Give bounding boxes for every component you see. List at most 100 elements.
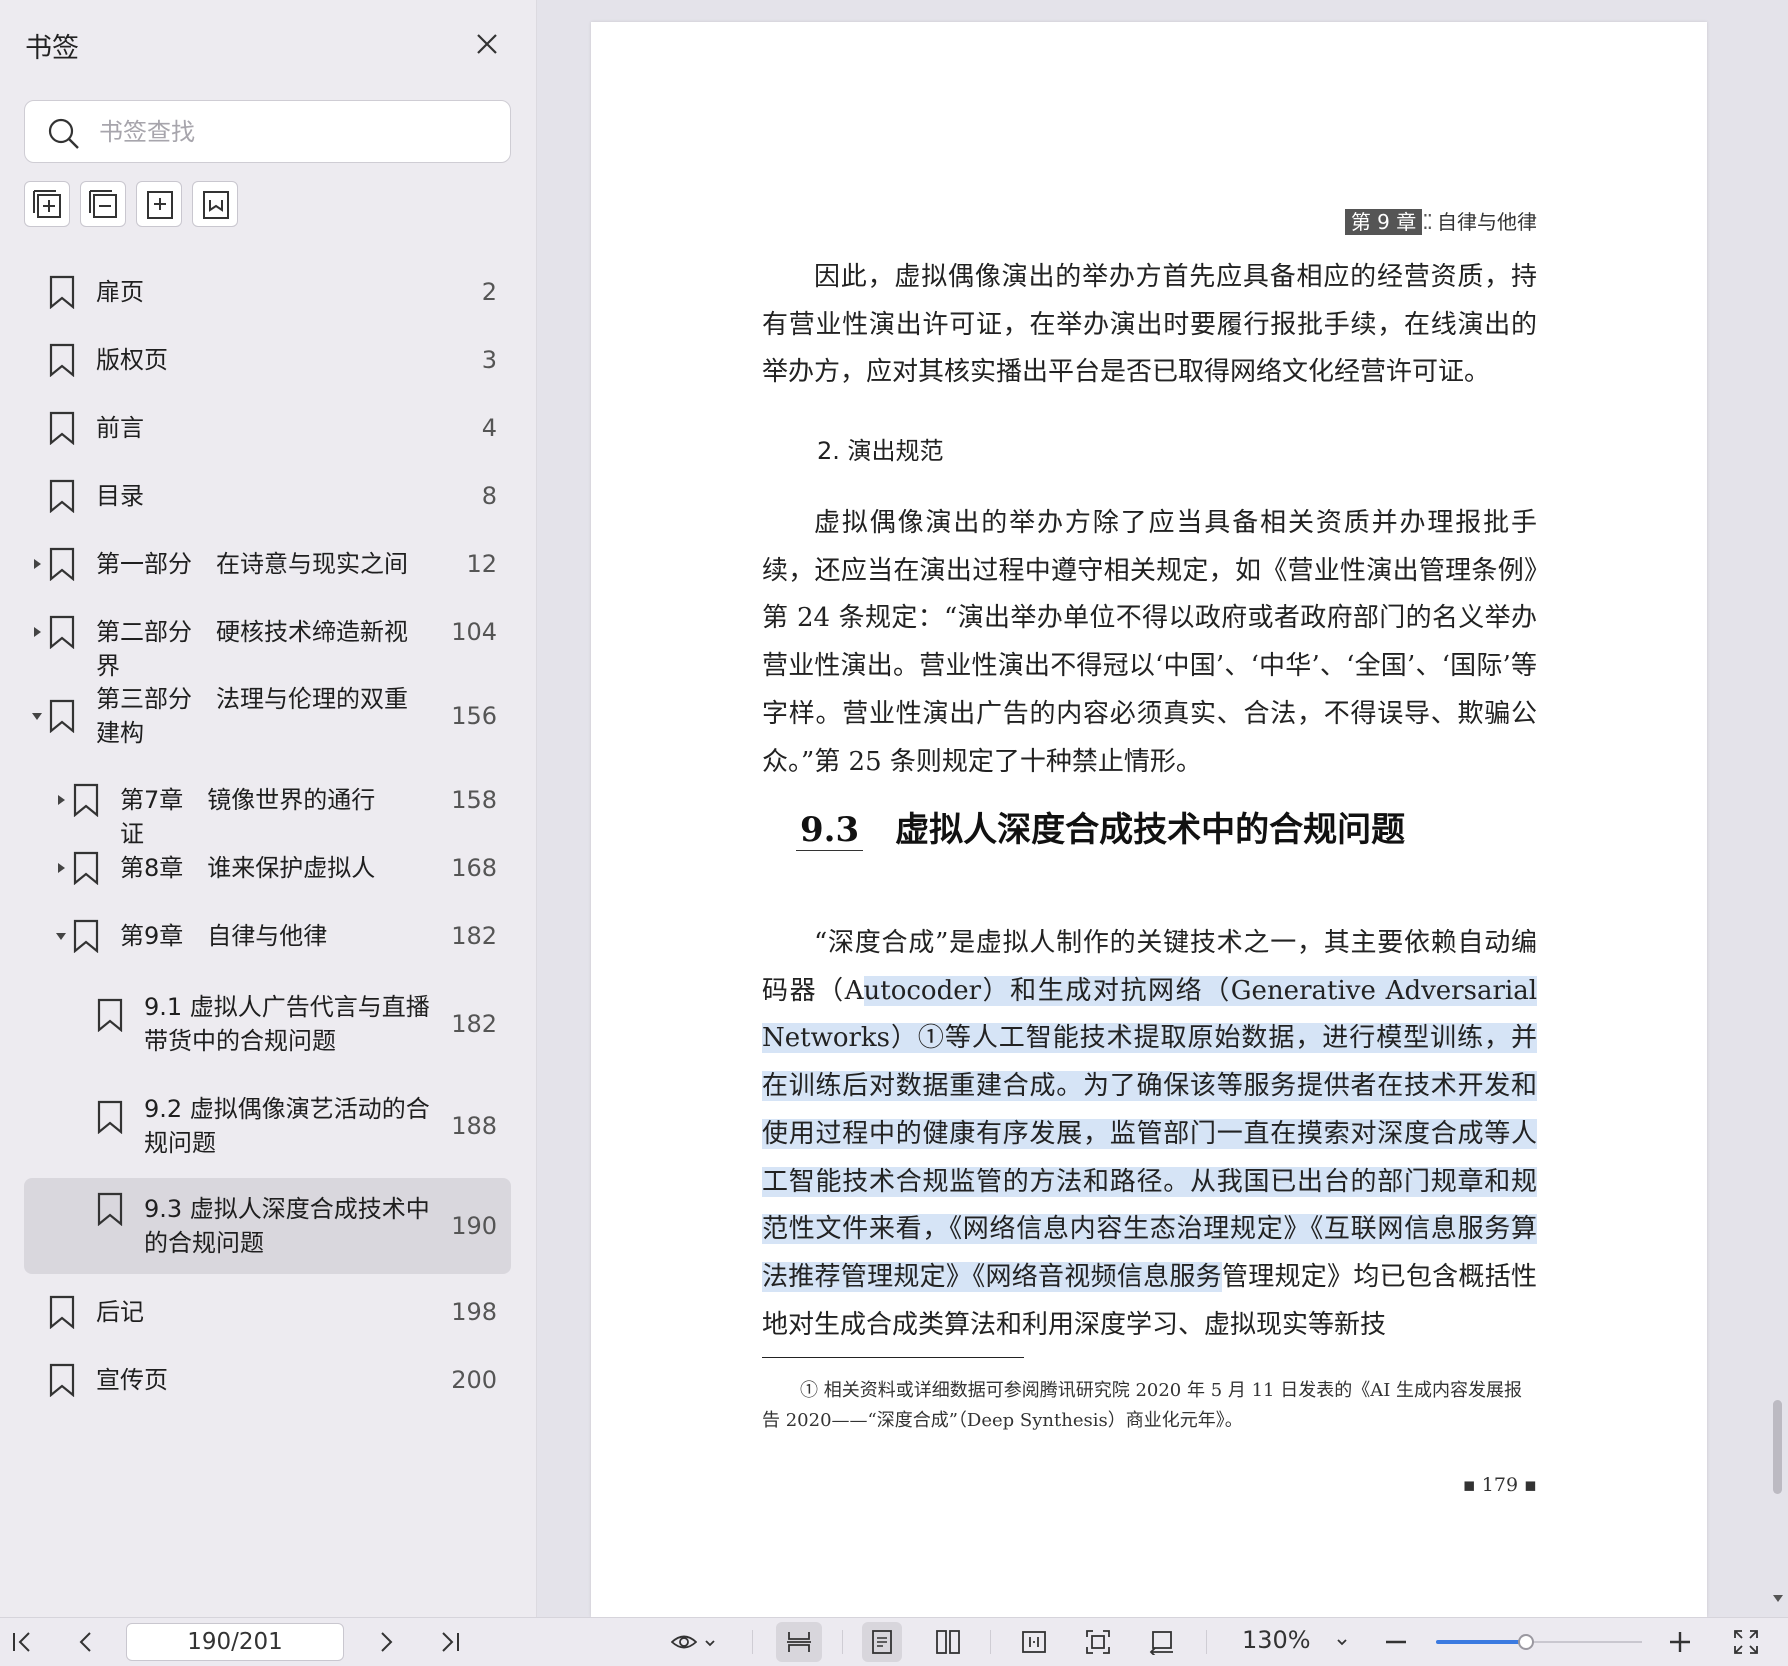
expand-all-button[interactable] <box>24 181 70 227</box>
bookmark-page-number: 104 <box>451 618 497 646</box>
section-heading: 9.3 虚拟人深度合成技术中的合规问题 <box>796 802 1405 851</box>
chevron-down-icon <box>1337 1639 1347 1646</box>
collapsed-arrow-icon[interactable] <box>30 625 44 639</box>
bookmark-item[interactable]: 第二部分 硬核技术缔造新视界 104 <box>24 612 511 680</box>
chevron-left-icon <box>79 1632 91 1652</box>
scroll-thumb[interactable] <box>1773 1400 1782 1494</box>
add-bookmark-button[interactable] <box>136 181 182 227</box>
single-page-button[interactable] <box>862 1622 902 1662</box>
fit-width-button[interactable] <box>1014 1622 1054 1662</box>
zoom-dropdown[interactable] <box>1322 1622 1362 1662</box>
bookmark-icon <box>49 547 75 581</box>
toolbar-divider <box>1206 1630 1207 1654</box>
eye-icon <box>671 1635 697 1649</box>
bookmark-item[interactable]: 目录 8 <box>24 476 511 516</box>
sub-heading: 2. 演出规范 <box>817 437 944 465</box>
paragraph-with-selection[interactable]: “深度合成”是虚拟人制作的关键技术之一，其主要依赖自动编码器（Autocoder… <box>762 920 1538 1349</box>
bookmark-item[interactable]: 9.1 虚拟人广告代言与直播带货中的合规问题 182 <box>24 984 511 1064</box>
two-page-icon <box>936 1630 960 1654</box>
next-page-button[interactable] <box>366 1622 406 1662</box>
collapsed-arrow-icon[interactable] <box>54 793 68 807</box>
zoom-out-button[interactable] <box>1376 1622 1416 1662</box>
zoom-slider[interactable] <box>1436 1630 1642 1654</box>
bookmark-page-number: 8 <box>481 482 497 510</box>
minus-icon <box>1386 1640 1406 1644</box>
bookmark-page-number: 156 <box>451 702 497 730</box>
continuous-scroll-button[interactable] <box>776 1622 822 1662</box>
bookmark-item[interactable]: 9.2 虚拟偶像演艺活动的合规问题 188 <box>24 1086 511 1166</box>
expanded-arrow-icon[interactable] <box>30 709 44 723</box>
bookmark-label: 第8章 谁来保护虚拟人 <box>120 854 376 882</box>
bookmark-item[interactable]: 版权页 3 <box>24 340 511 380</box>
selected-text[interactable]: utocoder）和生成对抗网络（Generative Adversarial … <box>762 975 1538 1292</box>
bookmark-item[interactable]: 9.3 虚拟人深度合成技术中的合规问题 190 <box>24 1178 511 1274</box>
bookmark-page-number: 158 <box>451 786 497 814</box>
bookmark-label: 第9章 自律与他律 <box>120 922 328 950</box>
add-bookmark-icon <box>147 191 173 219</box>
bookmark-button[interactable] <box>192 181 238 227</box>
bookmark-label: 第一部分 在诗意与现实之间 <box>96 550 408 578</box>
page-number-input[interactable] <box>126 1623 344 1661</box>
bookmark-item[interactable]: 第三部分 法理与伦理的双重建构 156 <box>24 680 511 752</box>
bookmark-search-input[interactable] <box>99 113 489 151</box>
bookmark-item[interactable]: 第9章 自律与他律 182 <box>24 916 511 956</box>
first-page-button[interactable] <box>2 1622 42 1662</box>
bookmark-page-number: 182 <box>451 922 497 950</box>
zoom-slider-handle[interactable] <box>1518 1634 1534 1650</box>
bookmark-search-box <box>24 100 511 163</box>
sidebar-title: 书签 <box>25 33 79 64</box>
close-icon[interactable] <box>470 27 504 61</box>
bookmark-icon <box>49 1295 75 1329</box>
paragraph: 因此，虚拟偶像演出的举办方首先应具备相应的经营资质，持有营业性演出许可证，在举办… <box>762 262 1537 388</box>
expanded-arrow-icon[interactable] <box>54 929 68 943</box>
collapsed-arrow-icon[interactable] <box>54 861 68 875</box>
footnote: ① 相关资料或详细数据可参阅腾讯研究院 2020 年 5 月 11 日发表的《A… <box>762 1380 1523 1431</box>
bookmark-item[interactable]: 后记 198 <box>24 1292 511 1332</box>
view-mode-dropdown[interactable] <box>664 1622 724 1662</box>
bookmark-label: 9.2 虚拟偶像演艺活动的合规问题 <box>144 1095 430 1157</box>
bookmark-item[interactable]: 第8章 谁来保护虚拟人 168 <box>24 848 511 888</box>
fullscreen-button[interactable] <box>1726 1622 1766 1662</box>
bottom-toolbar: 130% <box>0 1617 1788 1666</box>
bookmark-page-number: 4 <box>481 414 497 442</box>
vertical-scrollbar[interactable] <box>1768 0 1788 1617</box>
zoom-in-button[interactable] <box>1660 1622 1700 1662</box>
scroll-down-icon[interactable] <box>1771 1591 1785 1605</box>
paragraph: 虚拟偶像演出的举办方除了应当具备相关资质并办理报批手续，还应当在演出过程中遵守相… <box>762 508 1537 777</box>
collapse-all-icon <box>89 190 117 218</box>
previous-page-button[interactable] <box>66 1622 106 1662</box>
bookmark-page-number: 3 <box>481 346 497 374</box>
bookmark-item[interactable]: 第一部分 在诗意与现实之间 12 <box>24 544 511 584</box>
bookmark-icon <box>49 275 75 309</box>
bookmark-icon <box>49 699 75 733</box>
first-page-icon <box>13 1632 30 1652</box>
bookmark-label: 第三部分 法理与伦理的双重建构 <box>96 685 408 747</box>
chevron-down-icon <box>705 1640 715 1647</box>
bookmark-page-number: 12 <box>466 550 497 578</box>
bookmark-item[interactable]: 第7章 镜像世界的通行证 158 <box>24 780 511 848</box>
two-page-button[interactable] <box>928 1622 968 1662</box>
fit-page-button[interactable] <box>1078 1622 1118 1662</box>
toolbar-divider <box>752 1630 753 1654</box>
document-view[interactable]: 第 9 章 ⁚⁚ 自律与他律 因此，虚拟偶像演出的举办方首先应具备相应的经营资质，持… <box>538 0 1788 1617</box>
bookmark-icon <box>49 1363 75 1397</box>
bookmark-item[interactable]: 宣传页 200 <box>24 1360 511 1400</box>
bookmark-label: 版权页 <box>96 346 168 374</box>
bookmark-page-number: 182 <box>451 1010 497 1038</box>
zoom-level[interactable]: 130% <box>1242 1626 1311 1654</box>
bookmark-label: 扉页 <box>96 278 144 306</box>
collapsed-arrow-icon[interactable] <box>30 557 44 571</box>
bookmark-label: 目录 <box>96 482 144 510</box>
last-page-button[interactable] <box>430 1622 470 1662</box>
bookmark-item[interactable]: 前言 4 <box>24 408 511 448</box>
bookmark-page-number: 188 <box>451 1112 497 1140</box>
rotate-page-button[interactable] <box>1142 1622 1182 1662</box>
document-page: 第 9 章 ⁚⁚ 自律与他律 因此，虚拟偶像演出的举办方首先应具备相应的经营资质，持… <box>591 22 1707 1617</box>
bookmark-icon <box>49 479 75 513</box>
collapse-all-button[interactable] <box>80 181 126 227</box>
fit-page-icon <box>1086 1630 1110 1654</box>
bookmark-icon <box>97 1100 123 1134</box>
bookmark-page-number: 198 <box>451 1298 497 1326</box>
bookmark-label: 9.1 虚拟人广告代言与直播带货中的合规问题 <box>144 993 430 1055</box>
bookmark-item[interactable]: 扉页 2 <box>24 272 511 312</box>
